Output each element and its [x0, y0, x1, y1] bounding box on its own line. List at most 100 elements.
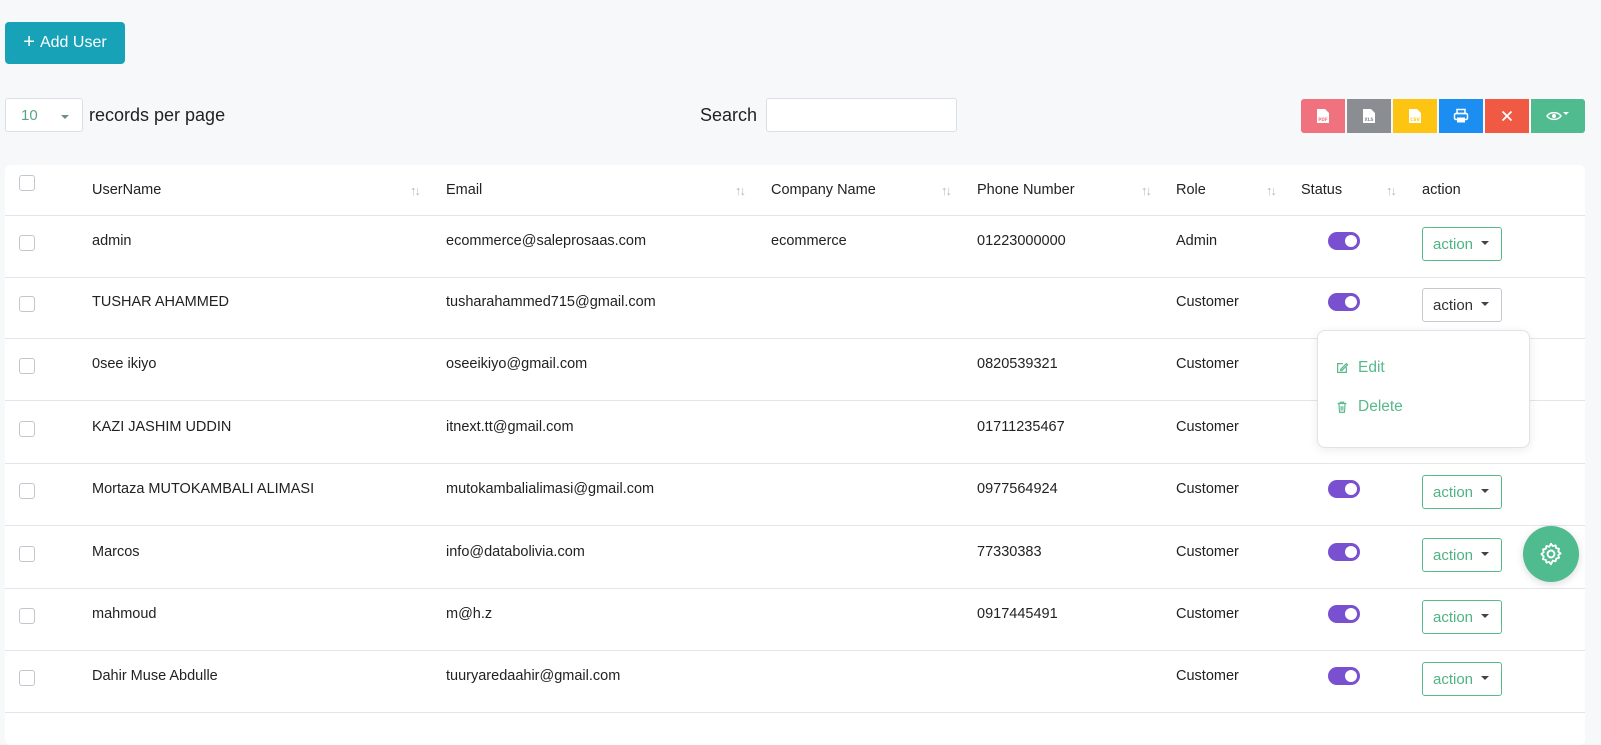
- row-checkbox[interactable]: [19, 483, 35, 499]
- cell-username: 0see ikiyo: [92, 356, 157, 372]
- sort-icon[interactable]: ↑↓: [735, 183, 746, 198]
- cell-company: ecommerce: [771, 233, 847, 249]
- row-checkbox[interactable]: [19, 670, 35, 686]
- row-checkbox[interactable]: [19, 421, 35, 437]
- export-pdf-button[interactable]: PDF: [1301, 99, 1345, 133]
- column-header-action: action: [1422, 182, 1461, 198]
- pdf-icon: PDF: [1316, 108, 1330, 124]
- row-checkbox[interactable]: [19, 235, 35, 251]
- status-toggle[interactable]: [1328, 667, 1360, 685]
- cell-username: Mortaza MUTOKAMBALI ALIMASI: [92, 481, 315, 497]
- eye-icon: [1546, 109, 1570, 123]
- cell-role: Customer: [1176, 419, 1239, 435]
- action-dropdown-menu: Edit Delete: [1317, 330, 1530, 448]
- cell-role: Customer: [1176, 294, 1239, 310]
- svg-text:PDF: PDF: [1318, 117, 1328, 122]
- sort-icon[interactable]: ↑↓: [410, 183, 421, 198]
- row-checkbox[interactable]: [19, 608, 35, 624]
- per-page-select[interactable]: 10: [5, 98, 83, 132]
- column-header-status[interactable]: Status: [1301, 182, 1342, 198]
- sort-icon[interactable]: ↑↓: [941, 183, 952, 198]
- settings-button[interactable]: [1523, 526, 1579, 582]
- cell-email: info@databolivia.com: [446, 544, 585, 560]
- per-page-label: records per page: [89, 104, 226, 125]
- status-toggle[interactable]: [1328, 543, 1360, 561]
- search-input[interactable]: [766, 98, 958, 132]
- cell-username: Marcos: [92, 544, 140, 560]
- action-dropdown-button[interactable]: action: [1422, 538, 1502, 572]
- status-toggle[interactable]: [1328, 232, 1360, 250]
- action-dropdown-button[interactable]: action: [1422, 662, 1502, 696]
- cell-email: mutokambalialimasi@gmail.com: [446, 481, 655, 497]
- column-header-company-name[interactable]: Company Name: [771, 182, 876, 198]
- sort-icon[interactable]: ↑↓: [1141, 183, 1152, 198]
- action-dropdown-button[interactable]: action: [1422, 227, 1502, 261]
- action-label: action: [1433, 670, 1474, 688]
- svg-text:CSV: CSV: [1410, 117, 1420, 122]
- printer-icon: [1453, 108, 1469, 124]
- edit-icon: [1337, 362, 1349, 373]
- row-checkbox[interactable]: [19, 546, 35, 562]
- toggle-knob: [1345, 546, 1357, 558]
- add-user-button[interactable]: + Add User: [5, 22, 125, 64]
- status-toggle[interactable]: [1328, 480, 1360, 498]
- cell-role: Customer: [1176, 544, 1239, 560]
- column-header-role[interactable]: Role: [1176, 182, 1206, 198]
- table-row: admin ecommerce@saleprosaas.com ecommerce 0…: [5, 215, 1585, 278]
- export-column-visibility-button[interactable]: [1531, 99, 1585, 133]
- cell-role: Customer: [1176, 481, 1239, 497]
- add-user-label: Add User: [39, 34, 107, 51]
- export-csv-button[interactable]: CSV: [1393, 99, 1437, 133]
- trash-icon: [1337, 401, 1347, 413]
- action-dropdown-button[interactable]: action: [1422, 475, 1502, 509]
- action-label: action: [1433, 296, 1474, 314]
- export-xls-button[interactable]: XLS: [1347, 99, 1391, 133]
- select-all-checkbox[interactable]: [19, 175, 35, 191]
- cell-phone: 01223000000: [977, 233, 1066, 249]
- action-label: action: [1433, 546, 1474, 564]
- search-box: Search: [700, 98, 958, 132]
- chevron-down-icon: [1481, 489, 1489, 493]
- export-print-button[interactable]: [1439, 99, 1483, 133]
- sort-icon[interactable]: ↑↓: [1386, 183, 1397, 198]
- plus-icon: +: [23, 31, 35, 53]
- column-header-username[interactable]: UserName: [92, 182, 161, 198]
- xls-icon: XLS: [1362, 108, 1376, 124]
- table-row: Marcos info@databolivia.com 77330383 Custom…: [5, 526, 1585, 589]
- column-header-email[interactable]: Email: [446, 182, 482, 198]
- delete-menu-item[interactable]: Delete: [1335, 398, 1403, 416]
- edit-menu-item[interactable]: Edit: [1335, 359, 1385, 377]
- export-close-button[interactable]: [1485, 99, 1529, 133]
- toggle-knob: [1345, 483, 1357, 495]
- cell-username: admin: [92, 233, 132, 249]
- toggle-knob: [1345, 296, 1357, 308]
- row-checkbox[interactable]: [19, 358, 35, 374]
- search-label: Search: [700, 104, 758, 125]
- status-toggle[interactable]: [1328, 605, 1360, 623]
- action-dropdown-button[interactable]: action: [1422, 288, 1502, 322]
- cell-email: itnext.tt@gmail.com: [446, 419, 574, 435]
- row-checkbox[interactable]: [19, 296, 35, 312]
- cell-role: Admin: [1176, 233, 1218, 249]
- cell-email: oseeikiyo@gmail.com: [446, 356, 588, 372]
- toggle-knob: [1345, 608, 1357, 620]
- per-page-value: 10: [21, 106, 38, 124]
- table-row: Mortaza MUTOKAMBALI ALIMASI mutokambalial…: [5, 463, 1585, 526]
- toggle-knob: [1345, 670, 1357, 682]
- users-table: UserName ↑↓ Email ↑↓ Company Name ↑↓ Phone Num…: [5, 165, 1585, 745]
- action-dropdown-button[interactable]: action: [1422, 600, 1502, 634]
- status-toggle[interactable]: [1328, 293, 1360, 311]
- cell-phone: 0820539321: [977, 356, 1058, 372]
- column-header-phone-number[interactable]: Phone Number: [977, 182, 1075, 198]
- action-label: action: [1433, 235, 1474, 253]
- records-per-page: 10 records per page: [5, 98, 225, 132]
- edit-label: Edit: [1358, 359, 1385, 376]
- chevron-down-icon: [1481, 241, 1489, 245]
- sort-icon[interactable]: ↑↓: [1266, 183, 1277, 198]
- cell-phone: 0977564924: [977, 481, 1058, 497]
- csv-icon: CSV: [1408, 108, 1422, 124]
- svg-text:XLS: XLS: [1365, 117, 1374, 122]
- cell-email: tuuryaredaahir@gmail.com: [446, 668, 621, 684]
- table-row: mahmoud m@h.z 0917445491 Customer action: [5, 588, 1585, 651]
- cell-username: KAZI JASHIM UDDIN: [92, 419, 232, 435]
